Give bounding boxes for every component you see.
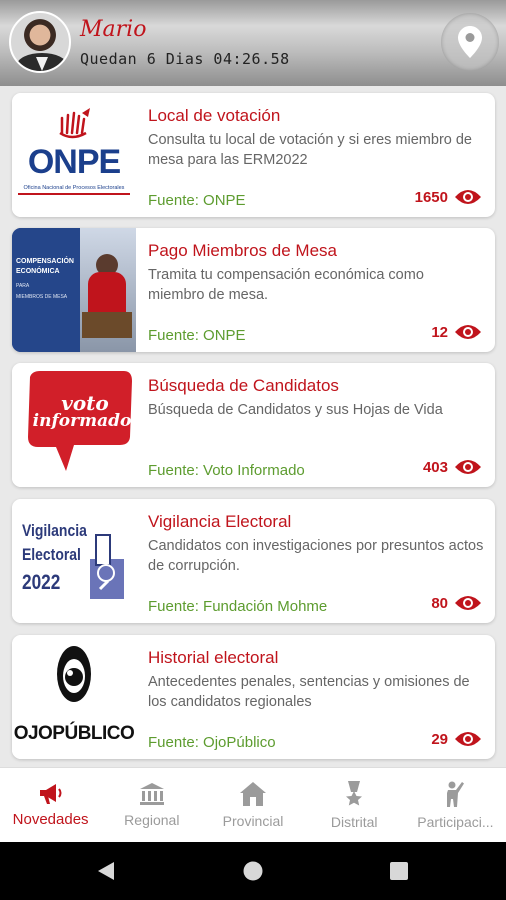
eye-icon [455, 460, 481, 474]
informado-text: informado [32, 411, 132, 431]
home-icon [243, 861, 263, 881]
megaphone-icon [39, 783, 62, 804]
view-count-value: 1650 [414, 188, 448, 206]
voto-informado-logo: voto informado [12, 363, 136, 487]
year-text: 2022 [22, 571, 61, 594]
user-name: Mario [80, 17, 147, 42]
ojopublico-logo: OJOPÚBLICO [12, 635, 136, 759]
location-pin-icon [458, 26, 482, 58]
system-home-button[interactable] [223, 842, 283, 900]
system-recents-button[interactable] [369, 842, 429, 900]
card-description: Búsqueda de Candidatos y sus Hojas de Vi… [148, 402, 443, 418]
system-back-button[interactable] [76, 842, 136, 900]
nav-provincial[interactable]: Provincial [202, 768, 303, 842]
card-description: Candidatos con investigaciones por presu… [148, 538, 484, 574]
card-title: Historial electoral [148, 648, 279, 667]
view-count: 80 [431, 594, 482, 612]
ojopublico-text: OJOPÚBLICO [13, 723, 135, 744]
eye-icon [455, 325, 481, 339]
person-raising-hand-icon [447, 781, 465, 807]
thumb-line2: ECONÓMICA [16, 268, 60, 275]
onpe-logo: ONPE Oficina Nacional de Procesos Electo… [12, 93, 136, 217]
card-source: Fuente: Fundación Mohme [148, 598, 328, 615]
medal-icon [346, 781, 363, 806]
view-count: 1650 [415, 188, 482, 206]
view-count-value: 80 [431, 594, 448, 612]
view-count-value: 403 [422, 458, 448, 476]
vigilancia-electoral-logo: Vigilancia Electoral 2022 [12, 499, 136, 623]
nav-label: Novedades [12, 810, 89, 828]
card-busqueda-candidatos[interactable]: voto informado Búsqueda de Candidatos Bú… [12, 363, 495, 487]
nav-regional[interactable]: Regional [101, 768, 202, 842]
onpe-logo-caption: Oficina Nacional de Procesos Electorales [23, 185, 125, 191]
card-description: Tramita tu compensación económica como m… [148, 267, 424, 303]
eye-icon [455, 596, 481, 610]
nav-label: Provincial [222, 813, 284, 829]
card-source: Fuente: ONPE [148, 327, 246, 344]
countdown-timer: Quedan 6 Dias 04:26.58 [80, 50, 290, 68]
eye-icon [455, 190, 481, 204]
nav-label: Regional [124, 812, 180, 828]
card-pago-miembros-mesa[interactable]: COMPENSACIÓN ECONÓMICA PARA MIEMBROS DE … [12, 228, 495, 352]
thumb-line1: COMPENSACIÓN [16, 258, 74, 265]
thumb-line3: PARA [16, 283, 30, 289]
nav-distrital[interactable]: Distrital [304, 768, 405, 842]
thumb-line4: MIEMBROS DE MESA [16, 294, 68, 300]
card-title: Pago Miembros de Mesa [148, 241, 337, 260]
vigilancia-text: Vigilancia [22, 521, 87, 540]
card-vigilancia-electoral[interactable]: Vigilancia Electoral 2022 Vigilancia Ele… [12, 499, 495, 623]
electoral-text: Electoral [22, 545, 81, 564]
onpe-logo-text: ONPE [27, 143, 121, 181]
view-count-value: 12 [431, 323, 448, 341]
nav-label: Participaci... [417, 814, 494, 830]
card-description: Antecedentes penales, sentencias y omisi… [148, 674, 470, 710]
location-button[interactable] [441, 13, 499, 71]
card-local-votacion[interactable]: ONPE Oficina Nacional de Procesos Electo… [12, 93, 495, 217]
card-title: Vigilancia Electoral [148, 512, 292, 531]
app-header: Mario Quedan 6 Dias 04:26.58 [0, 0, 506, 86]
card-title: Local de votación [148, 106, 281, 125]
avatar[interactable] [9, 11, 71, 73]
card-title: Búsqueda de Candidatos [148, 376, 339, 395]
nav-participacion[interactable]: Participaci... [405, 768, 506, 842]
eye-icon [455, 732, 481, 746]
recents-icon [390, 862, 408, 880]
bottom-navigation: Novedades Regional Provincial Distrital … [0, 767, 506, 842]
card-source: Fuente: ONPE [148, 192, 246, 209]
nav-label: Distrital [330, 814, 378, 830]
view-count-value: 29 [431, 730, 448, 748]
system-navigation-bar [0, 842, 506, 900]
house-icon [240, 782, 266, 806]
bank-icon [139, 783, 164, 805]
card-source: Fuente: Voto Informado [148, 462, 305, 479]
view-count: 29 [431, 730, 482, 748]
card-source: Fuente: OjoPúblico [148, 734, 276, 751]
view-count: 12 [431, 323, 482, 341]
nav-novedades[interactable]: Novedades [0, 768, 101, 842]
compensacion-thumbnail: COMPENSACIÓN ECONÓMICA PARA MIEMBROS DE … [12, 228, 136, 352]
back-icon [98, 862, 114, 880]
card-description: Consulta tu local de votación y si eres … [148, 132, 472, 168]
card-historial-electoral[interactable]: OJOPÚBLICO Historial electoral Anteceden… [12, 635, 495, 759]
view-count: 403 [423, 458, 482, 476]
